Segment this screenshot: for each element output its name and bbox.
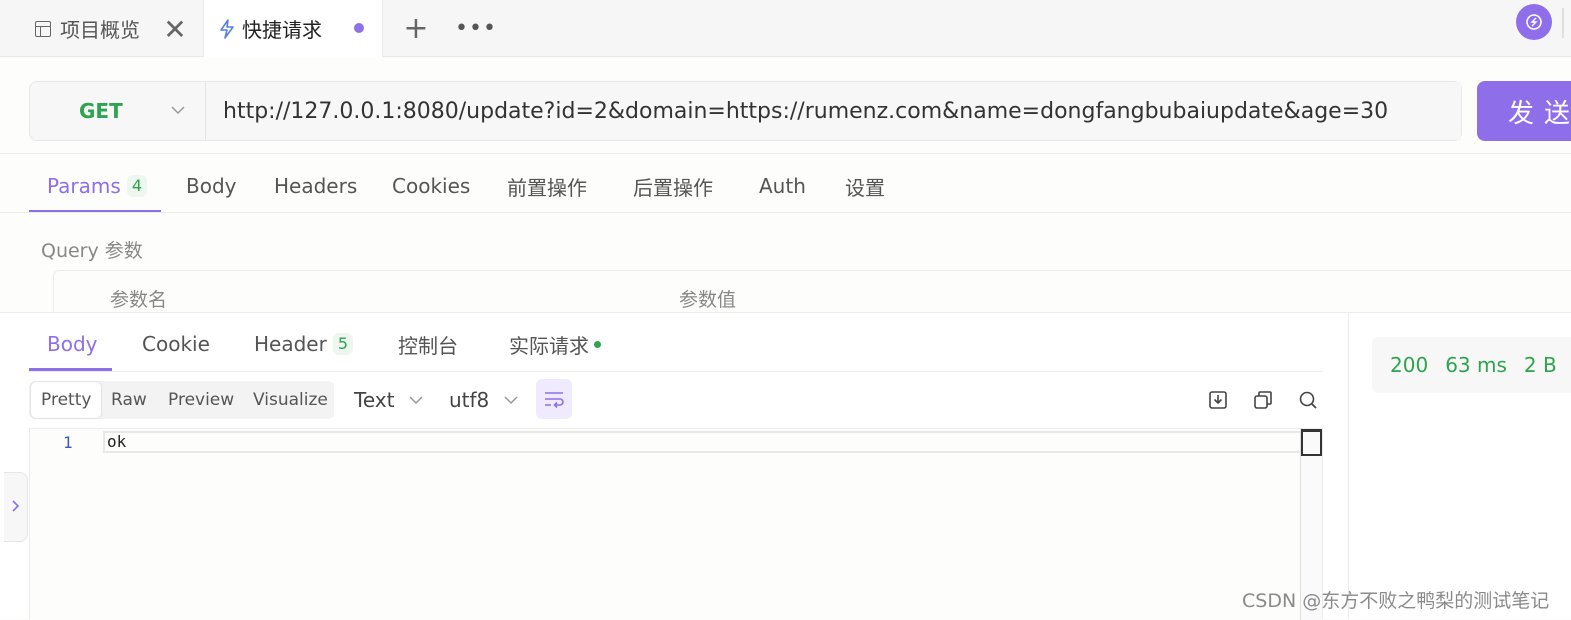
tab-project-overview[interactable]: 项目概览 bbox=[22, 0, 140, 57]
tab-label: 实际请求 bbox=[509, 333, 589, 358]
chevron-down-icon bbox=[503, 390, 519, 410]
watermark: CSDN @东方不败之鸭梨的测试笔记 bbox=[1242, 590, 1550, 612]
tab-response-body[interactable]: Body bbox=[47, 322, 98, 366]
format-raw-button[interactable]: Raw bbox=[111, 381, 147, 419]
url-input[interactable]: http://127.0.0.1:8080/update?id=2&domain… bbox=[206, 82, 1461, 140]
divider bbox=[0, 212, 1571, 213]
layout-icon bbox=[35, 20, 51, 37]
divider bbox=[0, 153, 1571, 154]
tab-response-header[interactable]: Header 5 bbox=[254, 322, 354, 366]
tab-response-cookie[interactable]: Cookie bbox=[142, 322, 210, 366]
count-badge: 4 bbox=[126, 175, 147, 197]
chevron-right-icon bbox=[11, 498, 21, 517]
tab-cookies[interactable]: Cookies bbox=[392, 160, 470, 212]
download-icon[interactable] bbox=[1206, 388, 1230, 412]
send-button[interactable]: 发送 bbox=[1477, 81, 1571, 141]
encoding-select[interactable]: utf8 bbox=[449, 381, 519, 419]
tab-body[interactable]: Body bbox=[186, 160, 237, 212]
chevron-down-icon bbox=[408, 390, 424, 410]
column-header-name: 参数名 bbox=[110, 289, 168, 311]
plus-icon[interactable]: + bbox=[400, 11, 432, 46]
more-icon[interactable]: ••• bbox=[455, 12, 496, 44]
tab-label: 项目概览 bbox=[60, 18, 140, 42]
sync-icon[interactable] bbox=[1516, 4, 1552, 40]
wrap-icon[interactable] bbox=[536, 379, 572, 419]
code-line: ok bbox=[103, 431, 1323, 453]
method-label: GET bbox=[79, 99, 123, 123]
encoding-label: utf8 bbox=[449, 388, 490, 412]
search-icon[interactable] bbox=[1296, 388, 1320, 412]
unsaved-dot bbox=[354, 23, 364, 33]
tab-pre-request[interactable]: 前置操作 bbox=[507, 160, 587, 212]
query-title: Query 参数 bbox=[41, 240, 143, 262]
response-status: 200 63 ms 2 B bbox=[1372, 337, 1571, 393]
tab-params[interactable]: Params 4 bbox=[47, 160, 147, 212]
response-time: 63 ms bbox=[1445, 353, 1507, 377]
format-visualize-button[interactable]: Visualize bbox=[253, 381, 328, 419]
status-dot bbox=[594, 340, 601, 348]
response-editor[interactable]: 1 ok bbox=[29, 428, 1323, 620]
divider bbox=[29, 371, 1323, 372]
tab-console[interactable]: 控制台 bbox=[398, 322, 458, 366]
type-label: Text bbox=[354, 388, 395, 412]
chevron-down-icon bbox=[170, 100, 186, 124]
url-bar: GET http://127.0.0.1:8080/update?id=2&do… bbox=[29, 81, 1462, 141]
response-size: 2 B bbox=[1523, 353, 1557, 377]
divider bbox=[1562, 8, 1564, 38]
tab-auth[interactable]: Auth bbox=[759, 160, 806, 212]
type-select[interactable]: Text bbox=[354, 381, 424, 419]
sidebar-toggle[interactable] bbox=[4, 472, 28, 542]
tab-post-request[interactable]: 后置操作 bbox=[633, 160, 713, 212]
copy-icon[interactable] bbox=[1251, 388, 1275, 412]
column-header-value: 参数值 bbox=[679, 289, 737, 311]
tab-settings[interactable]: 设置 bbox=[845, 160, 885, 212]
divider bbox=[1348, 312, 1349, 619]
tab-headers[interactable]: Headers bbox=[274, 160, 357, 212]
count-badge: 5 bbox=[332, 333, 354, 355]
line-number: 1 bbox=[63, 433, 73, 452]
format-preview-button[interactable]: Preview bbox=[168, 381, 234, 419]
status-code: 200 bbox=[1390, 353, 1429, 377]
format-pretty-button[interactable]: Pretty bbox=[30, 381, 103, 419]
tab-label: Params bbox=[47, 174, 121, 198]
tab-label: Header bbox=[254, 332, 327, 356]
tab-label: 快捷请求 bbox=[242, 18, 322, 42]
method-select[interactable]: GET bbox=[30, 82, 206, 140]
tab-bar: 项目概览 ✕ 快捷请求 + ••• bbox=[0, 0, 1571, 57]
close-icon[interactable]: ✕ bbox=[160, 13, 190, 46]
tab-actual-request[interactable]: 实际请求 bbox=[509, 322, 601, 366]
bolt-icon bbox=[218, 18, 236, 39]
format-group: Pretty Raw Preview Visualize bbox=[29, 381, 334, 419]
